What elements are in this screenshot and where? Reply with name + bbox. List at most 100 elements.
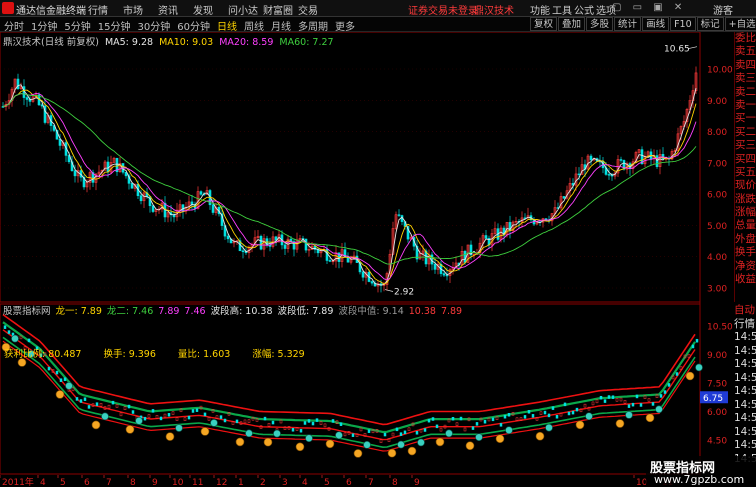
toolbar-button[interactable]: F10 xyxy=(670,17,696,31)
period-tab[interactable]: 分时 xyxy=(4,18,24,33)
order-book-panel[interactable]: 委比 卖五 卖四 卖三 卖二 卖一 买一 买二 买三 买四 买五 现价 涨跌 涨幅 总量 外盘 换手 净资 收益 xyxy=(734,32,756,302)
indicator-candle xyxy=(527,410,531,414)
menu-item-market-list[interactable]: 市场 xyxy=(123,2,158,17)
toolbar-button[interactable]: 叠加 xyxy=(558,17,586,31)
tick-panel[interactable]: 自动行情14:5014:5014:5014:5014:5014:5014:501… xyxy=(734,304,756,465)
buy-signal-icon xyxy=(645,413,655,423)
toolbar-button[interactable]: 复权 xyxy=(530,17,558,31)
menu-item-formula[interactable]: 公式 xyxy=(574,2,596,17)
indicator-candle xyxy=(167,413,171,417)
indicator-candle xyxy=(591,401,595,406)
toolbar-button[interactable]: 标记 xyxy=(696,17,724,31)
indicator-candle xyxy=(631,402,635,407)
period-tab[interactable]: 30分钟 xyxy=(137,18,170,33)
price-tick-label: 10.00 xyxy=(707,66,733,76)
menu-item-news[interactable]: 资讯 xyxy=(158,2,193,17)
period-tab[interactable]: 60分钟 xyxy=(177,18,210,33)
period-tab[interactable]: 月线 xyxy=(271,18,291,33)
indicator-candle xyxy=(623,400,627,404)
indicator-stat: 获利比例: 80.487 xyxy=(4,349,82,360)
candle-body xyxy=(130,183,134,189)
indicator-candle xyxy=(115,404,119,408)
period-tab[interactable]: 15分钟 xyxy=(98,18,131,33)
indicator-candle xyxy=(7,330,11,334)
x-axis: 2011年4567891011121234567891011 xyxy=(0,475,673,487)
order-book-label: 外盘 xyxy=(735,232,756,245)
candle-body xyxy=(211,204,215,213)
signal-dot-icon xyxy=(417,438,425,447)
indicator-candle xyxy=(607,395,611,399)
indicator-candle xyxy=(563,402,567,407)
toolbar-button[interactable]: 画线 xyxy=(642,17,670,31)
period-tab[interactable]: 日线 xyxy=(217,18,237,33)
signal-dot-icon xyxy=(505,426,513,434)
period-tab[interactable]: 1分钟 xyxy=(31,18,57,33)
menu-item-tools[interactable]: 工具 xyxy=(552,2,574,17)
indicator-candle xyxy=(499,423,503,427)
menu-item-ask[interactable]: 问小达 xyxy=(228,2,263,17)
indicator-candle xyxy=(191,409,195,413)
order-book-label: 委比 xyxy=(735,32,756,44)
indicator-candle xyxy=(523,415,527,419)
period-tab[interactable]: 周线 xyxy=(244,18,264,33)
price-tick-label: 8.00 xyxy=(707,128,727,138)
candle-body xyxy=(199,191,203,195)
menu-item-trade[interactable]: 交易 xyxy=(298,2,333,17)
indicator-candle xyxy=(531,414,535,418)
indicator-line-label: 龙二: 7.46 xyxy=(106,306,154,317)
menu-item-function[interactable]: 功能 xyxy=(530,2,552,17)
indicator-candle xyxy=(555,415,559,419)
toolbar-button[interactable]: 多股 xyxy=(586,17,614,31)
toolbar-button[interactable]: +自选 xyxy=(724,17,756,31)
indicator-candle xyxy=(143,416,147,421)
tick-time: 14:50 xyxy=(734,385,756,397)
price-tick-label: 4.00 xyxy=(707,253,727,263)
indicator-candle xyxy=(267,422,271,427)
candle-body xyxy=(25,97,29,100)
menu-item-wealth[interactable]: 财富圈 xyxy=(263,2,298,17)
x-axis-label: 2011年 xyxy=(2,476,34,487)
indicator-name: 股票指标网 xyxy=(3,306,51,317)
tick-time: 自动 xyxy=(734,304,755,316)
indicator-candle xyxy=(187,415,191,420)
buy-signal-icon xyxy=(55,390,65,399)
toolbar-button[interactable]: 统计 xyxy=(614,17,642,31)
indicator-candle xyxy=(87,405,91,409)
indicator-candle xyxy=(455,422,459,426)
kline-chart[interactable]: 10.00 9.00 8.00 7.00 6.00 5.00 4.00 3.00 10.50 9.… xyxy=(0,32,734,475)
menu-item-discover[interactable]: 发现 xyxy=(193,2,228,17)
indicator-candle xyxy=(131,410,135,414)
indicator-candle xyxy=(263,416,267,421)
x-axis-label: 5 xyxy=(60,478,66,487)
buy-signal-icon xyxy=(235,437,245,447)
title-bar: 通达信金融终端 行情 市场 资讯 发现 问小达 财富圈 交易 证券交易未登录 鼎… xyxy=(0,0,756,17)
signal-dot-icon xyxy=(625,411,633,419)
signal-dot-icon xyxy=(175,424,183,432)
indicator-candle xyxy=(59,378,63,382)
period-tab[interactable]: 更多 xyxy=(335,18,355,33)
window-controls[interactable]: ▢ ▭ ▣ ✕ xyxy=(612,2,686,13)
buy-signal-icon xyxy=(535,431,545,441)
order-book-label: 净资 xyxy=(735,259,756,272)
period-tab[interactable]: 5分钟 xyxy=(64,18,90,33)
menu-item-market[interactable]: 行情 xyxy=(88,2,123,17)
candle-body xyxy=(58,138,62,146)
indicator-stat: 涨幅: 5.329 xyxy=(252,349,305,360)
buy-signal-icon xyxy=(325,439,335,449)
indicator-candle xyxy=(407,427,411,432)
x-axis-label: 10 xyxy=(172,478,184,487)
indicator-candle xyxy=(99,402,103,407)
indicator-candle xyxy=(491,417,495,422)
indicator-candle xyxy=(235,419,239,424)
indicator-candle xyxy=(331,419,335,423)
x-axis-label: 3 xyxy=(282,478,288,487)
login-status[interactable]: 证券交易未登录 xyxy=(408,2,478,17)
signal-dot-icon xyxy=(397,440,405,449)
indicator-candle xyxy=(659,394,663,398)
order-book-label: 总量 xyxy=(735,219,756,232)
user-label[interactable]: 游客 xyxy=(713,2,733,17)
indicator-tick-label: 10.50 xyxy=(707,323,733,333)
period-tab[interactable]: 多周期 xyxy=(298,18,328,33)
tick-time: 14:50 xyxy=(734,412,756,424)
indicator-candle xyxy=(27,338,31,343)
